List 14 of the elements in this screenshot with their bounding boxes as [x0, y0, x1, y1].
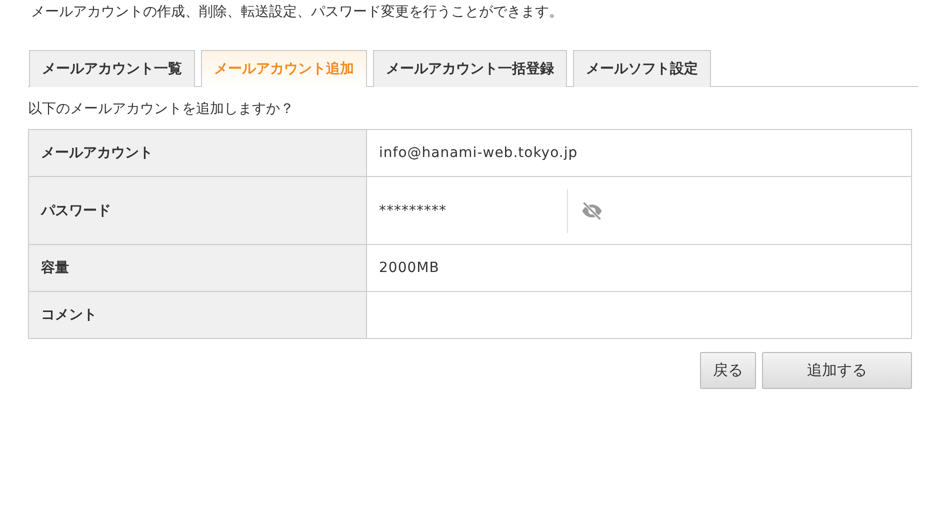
row-label: メールアカウント: [29, 130, 367, 176]
row-label: コメント: [29, 291, 367, 338]
intro-text: メールアカウントの作成、削除、転送設定、パスワード変更を行うことができます。: [31, 3, 564, 22]
tab[interactable]: メールソフト設定: [573, 50, 711, 87]
tab[interactable]: メールアカウント一括登録: [373, 50, 567, 87]
add-button[interactable]: 追加する: [762, 352, 912, 389]
tab[interactable]: メールアカウント一覧: [29, 50, 195, 87]
confirm-question: 以下のメールアカウントを追加しますか？: [28, 100, 295, 118]
back-button[interactable]: 戻る: [700, 352, 756, 389]
row-value: 2000MB: [379, 260, 440, 276]
row-value: info@hanami-web.tokyo.jp: [379, 145, 578, 161]
row-label: 容量: [29, 244, 367, 291]
row-label: パスワード: [29, 176, 367, 244]
password-value: *********: [379, 202, 446, 218]
